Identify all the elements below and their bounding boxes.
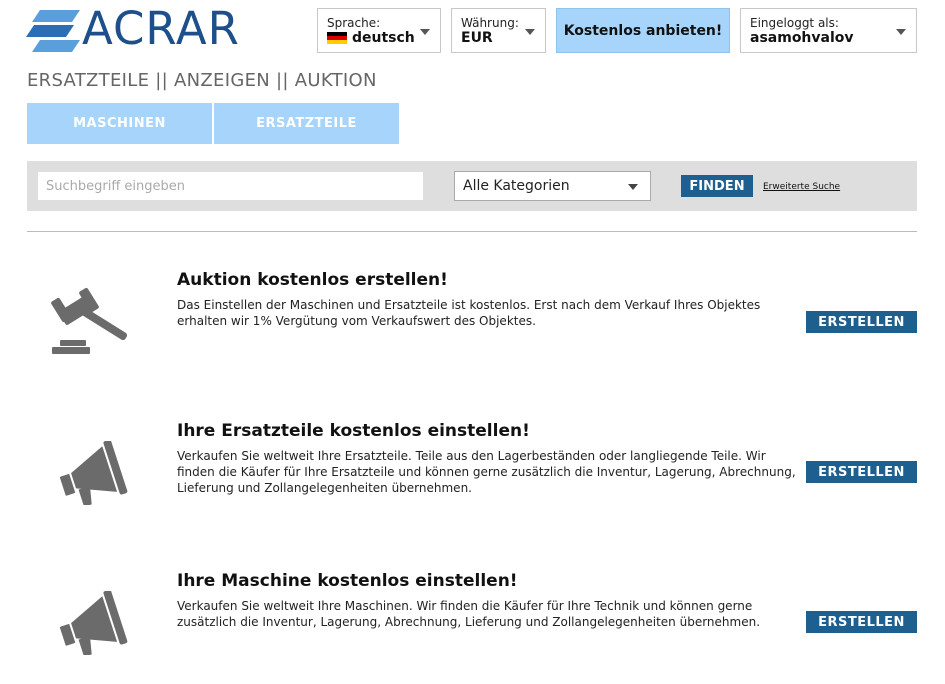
promo-title: Ihre Ersatzteile kostenlos einstellen! [177, 421, 530, 441]
promo-description: Verkaufen Sie weltweit Ihre Maschinen. W… [177, 599, 761, 629]
find-button[interactable]: FINDEN [681, 175, 753, 197]
tab-machines[interactable]: MASCHINEN [27, 103, 212, 144]
logo-text: ACRAR [82, 2, 240, 55]
create-machine-button[interactable]: ERSTELLEN [806, 611, 917, 633]
search-input[interactable] [38, 172, 423, 200]
language-select[interactable]: Sprache: deutsch [317, 8, 441, 53]
sections-title: ERSATZTEILE || ANZEIGEN || AUKTION [27, 70, 377, 91]
chevron-down-icon [525, 29, 535, 35]
create-spare-parts-button[interactable]: ERSTELLEN [806, 461, 917, 483]
logo-mark-icon [26, 10, 80, 52]
gavel-icon [46, 286, 136, 366]
promo-spare-parts: Ihre Ersatzteile kostenlos einstellen! V… [0, 421, 945, 541]
promo-description: Das Einstellen der Maschinen und Ersatzt… [177, 298, 761, 328]
logo[interactable]: ACRAR [26, 2, 282, 55]
language-value: deutsch [352, 30, 415, 46]
currency-label: Währung: [461, 16, 519, 30]
german-flag-icon [327, 32, 347, 44]
promo-description: Verkaufen Sie weltweit Ihre Ersatzteile.… [177, 449, 796, 495]
megaphone-icon [46, 439, 136, 521]
currency-select[interactable]: Währung: EUR [451, 8, 546, 53]
promo-auction: Auktion kostenlos erstellen! Das Einstel… [0, 270, 945, 390]
chevron-down-icon [420, 29, 430, 35]
create-auction-button[interactable]: ERSTELLEN [806, 311, 917, 333]
tab-spare-parts[interactable]: ERSATZTEILE [214, 103, 399, 144]
account-label: Eingeloggt als: [750, 16, 839, 30]
search-bar: Alle Kategorien FINDEN Erweiterte Suche [27, 161, 917, 211]
advanced-search-link[interactable]: Erweiterte Suche [763, 182, 840, 192]
promo-machines: Ihre Maschine kostenlos einstellen! Verk… [0, 571, 945, 684]
account-username: asamohvalov [750, 30, 854, 46]
promo-title: Ihre Maschine kostenlos einstellen! [177, 571, 518, 591]
chevron-down-icon [628, 184, 638, 190]
promo-title: Auktion kostenlos erstellen! [177, 270, 448, 290]
megaphone-icon [46, 589, 136, 671]
category-select[interactable]: Alle Kategorien [454, 171, 651, 201]
category-value: Alle Kategorien [463, 178, 570, 194]
account-menu[interactable]: Eingeloggt als: asamohvalov [740, 8, 917, 53]
language-label: Sprache: [327, 16, 381, 30]
divider [27, 231, 917, 232]
chevron-down-icon [896, 29, 906, 35]
currency-value: EUR [461, 30, 493, 46]
offer-free-button[interactable]: Kostenlos anbieten! [556, 8, 730, 53]
